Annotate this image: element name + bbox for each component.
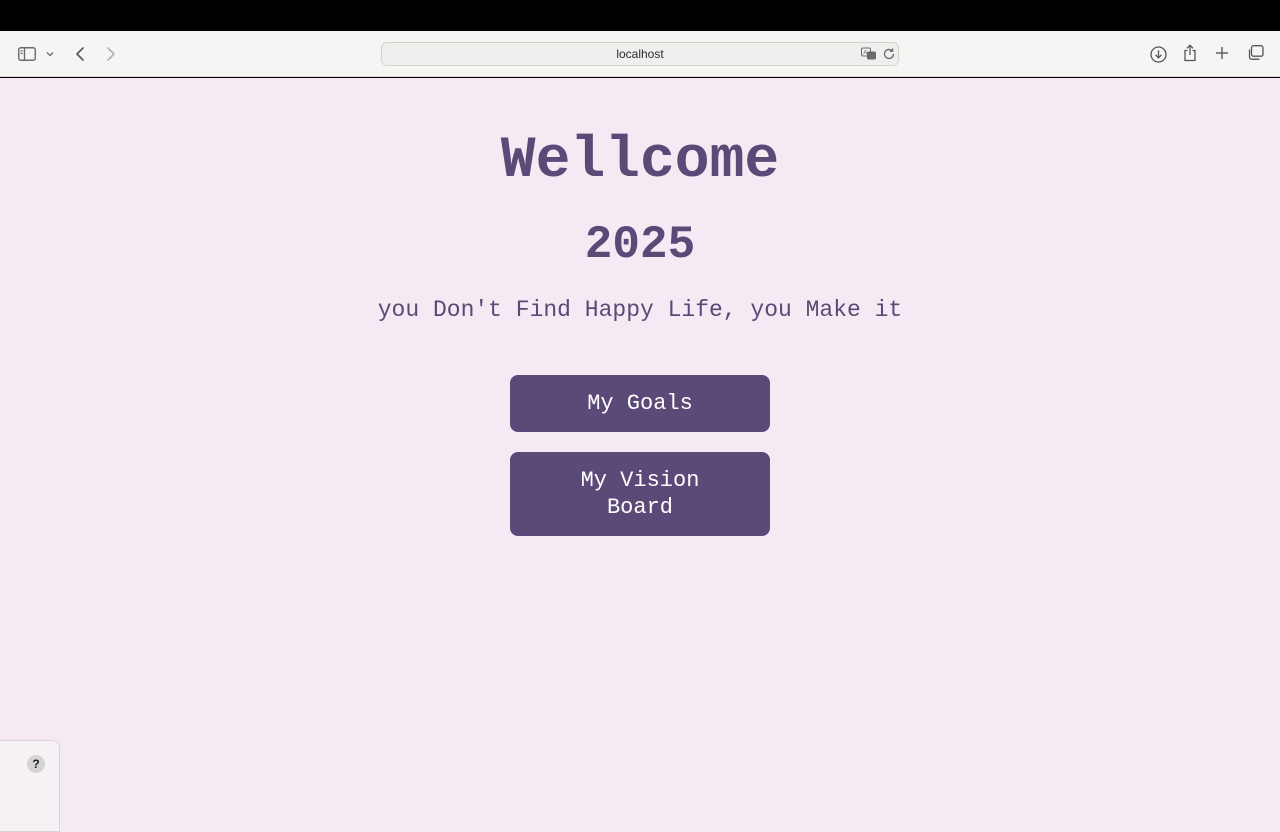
svg-text:A: A (863, 51, 867, 57)
back-button[interactable] (72, 44, 88, 64)
share-button[interactable] (1181, 43, 1199, 63)
my-vision-board-label: My Vision Board (580, 468, 700, 520)
help-panel: ? (0, 740, 60, 832)
help-button[interactable]: ? (27, 755, 45, 773)
chevron-right-icon (107, 47, 115, 61)
chevron-left-icon (76, 47, 84, 61)
share-icon (1184, 44, 1196, 62)
my-goals-label: My Goals (587, 391, 693, 416)
translate-icon[interactable]: A (861, 47, 877, 66)
page-content: Wellcome 2025 you Don't Find Happy Life,… (0, 78, 1280, 832)
sidebar-toggle-button[interactable] (17, 45, 37, 63)
plus-icon (1216, 47, 1228, 59)
sidebar-icon (18, 47, 36, 61)
window-top-bar (0, 0, 1280, 31)
tabs-icon (1248, 45, 1264, 60)
my-vision-board-button[interactable]: My Vision Board (510, 452, 770, 536)
tagline: you Don't Find Happy Life, you Make it (377, 297, 903, 323)
browser-toolbar: localhost A (0, 31, 1280, 77)
downloads-button[interactable] (1148, 44, 1168, 64)
chevron-down-icon (46, 52, 54, 57)
address-url: localhost (616, 47, 664, 61)
address-bar[interactable]: localhost A (381, 42, 899, 66)
my-goals-button[interactable]: My Goals (510, 375, 770, 432)
download-icon (1149, 45, 1167, 63)
new-tab-button[interactable] (1213, 44, 1231, 62)
reload-icon[interactable] (882, 47, 896, 66)
sidebar-menu-button[interactable] (45, 49, 55, 59)
forward-button[interactable] (103, 44, 119, 64)
year-heading: 2025 (584, 219, 696, 271)
tab-overview-button[interactable] (1245, 44, 1265, 62)
page-title: Wellcome (500, 129, 780, 194)
